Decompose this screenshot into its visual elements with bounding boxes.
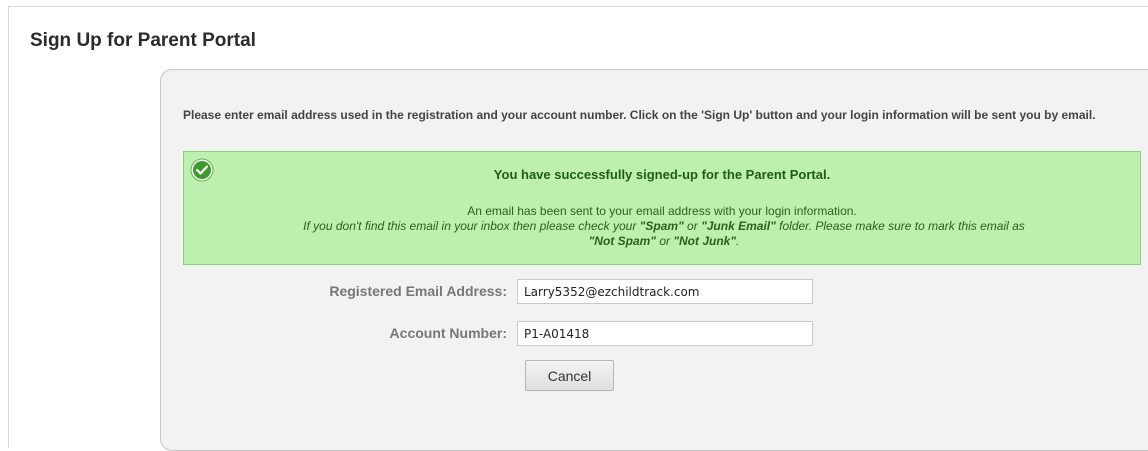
cancel-button[interactable]: Cancel <box>525 360 614 391</box>
note-text-part1: If you don't find this email in your inb… <box>303 219 640 233</box>
success-message-box: You have successfully signed-up for the … <box>183 151 1141 265</box>
instructions-text: Please enter email address used in the r… <box>183 108 1096 122</box>
note-or-text: or <box>683 219 702 233</box>
success-spam-note: If you don't find this email in your inb… <box>224 219 1104 249</box>
spam-label: "Spam" <box>639 219 684 233</box>
success-title: You have successfully signed-up for the … <box>493 167 831 182</box>
note-end-text: . <box>736 234 740 248</box>
account-number-field[interactable] <box>517 321 813 346</box>
email-label: Registered Email Address: <box>329 283 507 299</box>
account-number-label: Account Number: <box>389 325 507 341</box>
email-field[interactable] <box>517 279 813 304</box>
not-spam-label: "Not Spam" <box>588 234 656 248</box>
note-text-part2: folder. Please make sure to mark this em… <box>775 219 1025 233</box>
page-frame: Sign Up for Parent Portal Please enter e… <box>8 6 1148 451</box>
note-or-text-2: or <box>655 234 674 248</box>
not-junk-label: "Not Junk" <box>673 234 737 248</box>
page-title: Sign Up for Parent Portal <box>30 30 256 51</box>
junk-email-label: "Junk Email" <box>701 219 776 233</box>
signup-panel: Please enter email address used in the r… <box>160 69 1148 451</box>
success-email-sent-text: An email has been sent to your email add… <box>467 204 857 218</box>
